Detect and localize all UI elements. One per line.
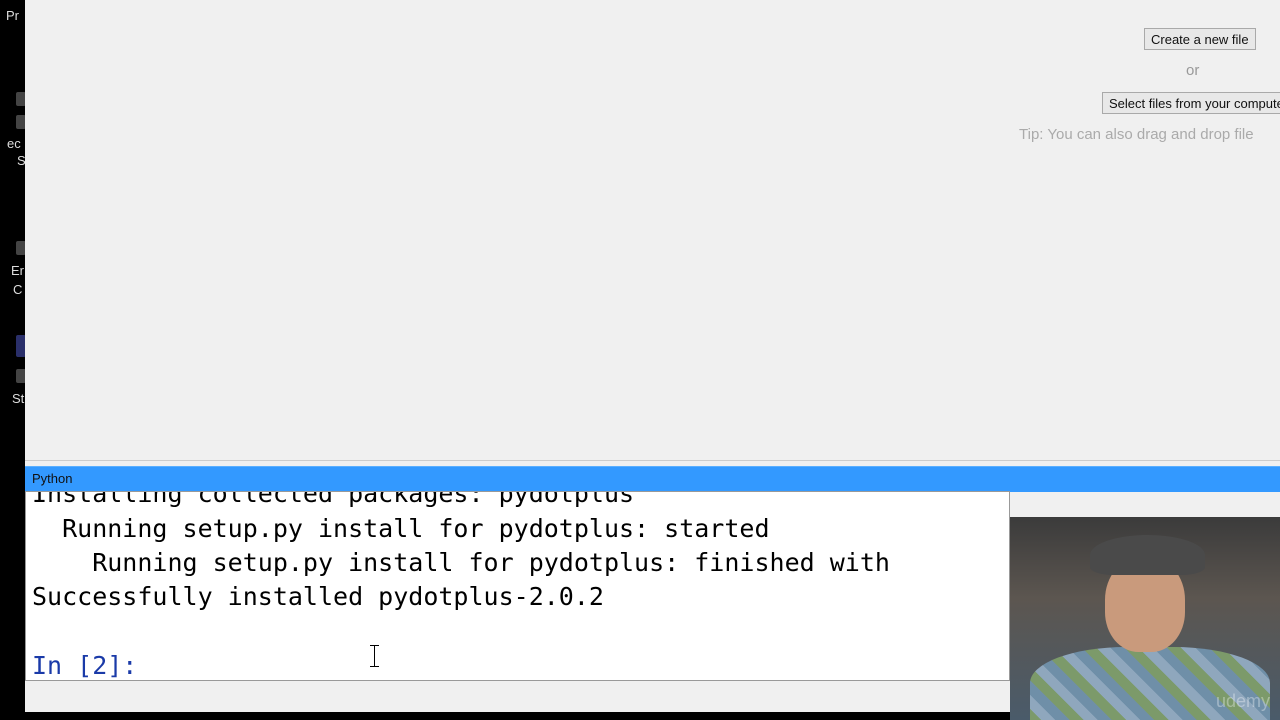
console-title-bar[interactable]: Python	[25, 466, 1280, 492]
or-separator: or	[1186, 62, 1200, 79]
console-output-line: Running setup.py install for pydotplus: …	[32, 514, 770, 543]
desktop-label: C	[13, 282, 23, 297]
desktop-strip: Pr ec S Er C St	[0, 0, 26, 720]
webcam-overlay: udemy	[1010, 517, 1280, 720]
console-output-line: Successfully installed pydotplus-2.0.2	[32, 582, 604, 611]
console-title: Python	[32, 471, 73, 486]
console-prompt[interactable]: In [2]:	[32, 651, 137, 680]
presenter-hat	[1090, 535, 1205, 575]
drag-drop-tip: Tip: You can also drag and drop file	[1019, 126, 1254, 143]
console-output-line: Installing collected packages: pydotplus	[32, 491, 635, 508]
create-new-file-button[interactable]: Create a new file	[1144, 28, 1256, 50]
python-console[interactable]: Installing collected packages: pydotplus…	[25, 491, 1010, 681]
text-cursor-icon	[370, 645, 380, 667]
udemy-watermark: udemy	[1215, 691, 1270, 711]
desktop-label: Er	[11, 263, 24, 278]
file-upload-panel: Create a new file or Select files from y…	[25, 0, 1280, 461]
select-files-button[interactable]: Select files from your compute	[1102, 92, 1280, 114]
desktop-label: Pr	[6, 8, 19, 23]
desktop-label: St	[12, 391, 25, 406]
console-output-line: Running setup.py install for pydotplus: …	[32, 548, 890, 577]
desktop-label: ec	[7, 136, 21, 151]
